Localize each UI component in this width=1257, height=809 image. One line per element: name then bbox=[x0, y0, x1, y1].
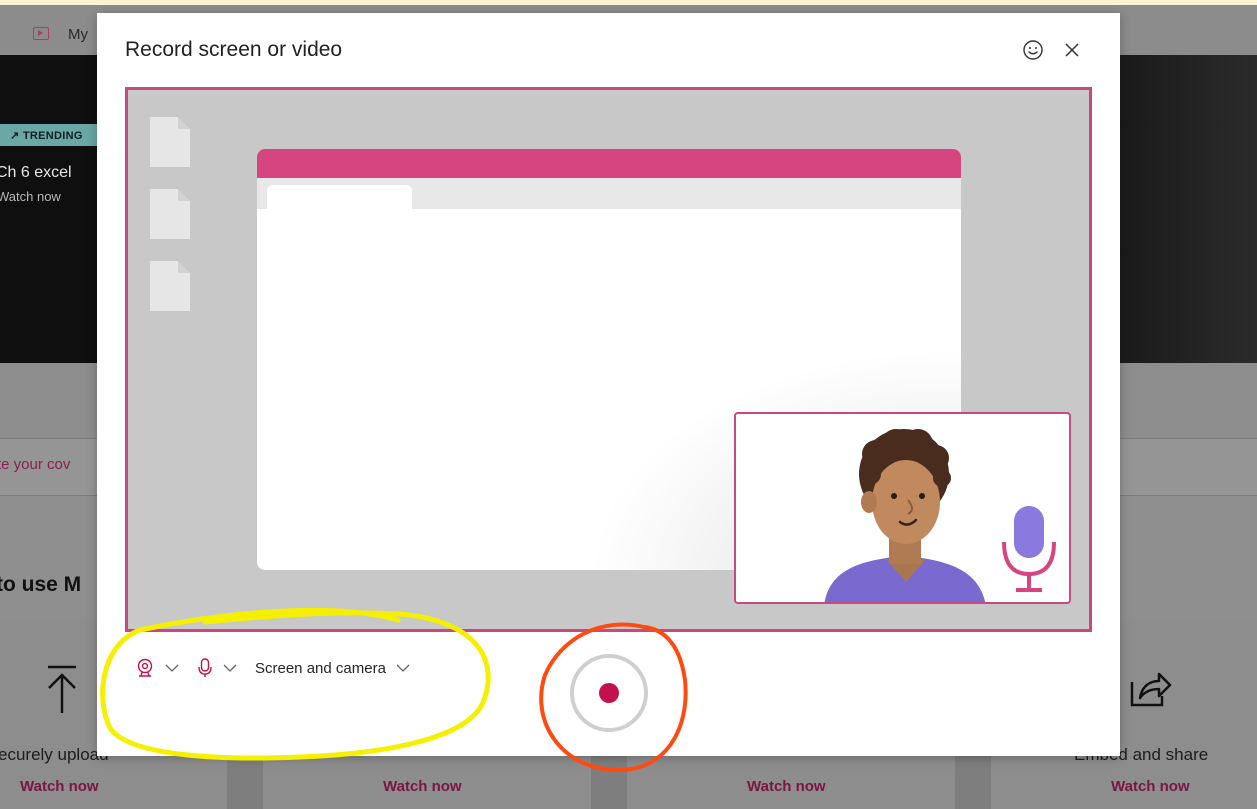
tile-watch-link[interactable]: Watch now bbox=[1111, 778, 1190, 795]
section-heading: to use M bbox=[0, 573, 82, 596]
video-icon bbox=[33, 27, 49, 40]
file-icon bbox=[150, 189, 190, 239]
tile-watch-link[interactable]: Watch now bbox=[747, 778, 826, 795]
upload-icon bbox=[48, 665, 76, 713]
window-tab bbox=[267, 185, 412, 215]
record-button[interactable] bbox=[570, 654, 648, 732]
recording-mode-dropdown[interactable]: Screen and camera bbox=[255, 660, 410, 677]
file-icon bbox=[150, 261, 190, 311]
cover-link[interactable]: te your cov bbox=[0, 456, 70, 473]
camera-preview bbox=[734, 412, 1071, 604]
chevron-down-icon bbox=[396, 664, 410, 672]
hero-watch-link[interactable]: Watch now bbox=[0, 189, 61, 204]
tile-label: ecurely upload bbox=[0, 745, 109, 764]
window-title-bar bbox=[257, 149, 961, 178]
webcam-icon bbox=[137, 658, 153, 677]
recording-mode-label: Screen and camera bbox=[255, 659, 386, 677]
record-icon bbox=[599, 683, 619, 703]
smiley-icon[interactable] bbox=[1022, 39, 1044, 61]
record-dialog: Record screen or video Screen and camera bbox=[97, 13, 1120, 756]
camera-toggle-button[interactable] bbox=[135, 658, 179, 678]
chevron-down-icon bbox=[223, 664, 237, 672]
nav-label[interactable]: My bbox=[68, 26, 88, 43]
chevron-down-icon bbox=[165, 664, 179, 672]
microphone-toggle-button[interactable] bbox=[197, 658, 237, 678]
recording-controls: Screen and camera bbox=[135, 653, 428, 683]
microphone-icon bbox=[198, 658, 212, 677]
person-illustration bbox=[824, 429, 1056, 602]
trending-badge: ↗ TRENDING bbox=[0, 124, 97, 146]
tile-watch-link[interactable]: Watch now bbox=[383, 778, 462, 795]
tile-watch-link[interactable]: Watch now bbox=[20, 778, 99, 795]
hero-title[interactable]: Ch 6 excel bbox=[0, 164, 72, 182]
close-icon[interactable] bbox=[1059, 37, 1085, 63]
file-icon bbox=[150, 117, 190, 167]
trending-icon: ↗ bbox=[10, 130, 20, 142]
recording-preview bbox=[125, 87, 1092, 632]
share-icon bbox=[1130, 672, 1172, 707]
trending-label: TRENDING bbox=[22, 130, 83, 142]
dialog-title: Record screen or video bbox=[125, 38, 343, 61]
hero-banner-right bbox=[1120, 55, 1257, 363]
